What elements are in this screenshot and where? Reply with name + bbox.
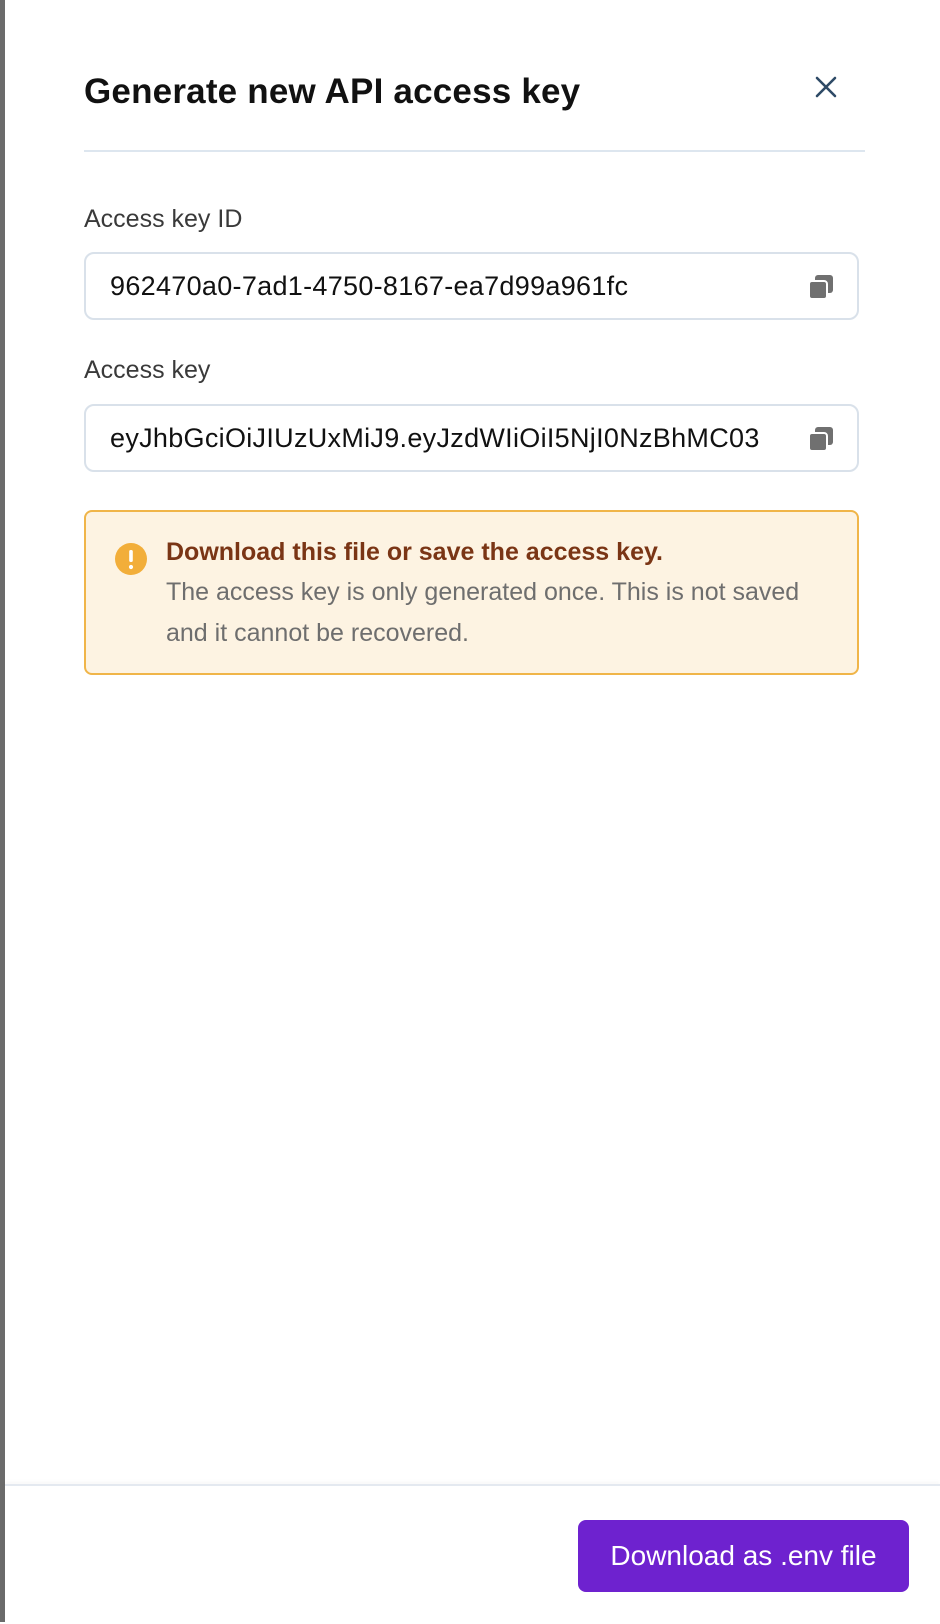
alert-title: Download this file or save the access ke… — [166, 538, 663, 566]
warning-icon — [115, 543, 147, 575]
close-button[interactable] — [809, 70, 843, 104]
dialog-title: Generate new API access key — [84, 72, 581, 111]
api-key-dialog: Generate new API access key Access key I… — [5, 0, 940, 1624]
dialog-footer: Download as .env file — [5, 1484, 940, 1624]
download-env-button[interactable]: Download as .env file — [578, 1520, 909, 1592]
warning-alert: Download this file or save the access ke… — [84, 510, 859, 675]
access-key-id-label: Access key ID — [84, 205, 243, 233]
copy-icon — [808, 275, 833, 300]
access-key-label: Access key — [84, 356, 211, 384]
copy-icon — [808, 427, 833, 452]
access-key-id-input[interactable] — [110, 254, 790, 318]
access-key-input[interactable] — [110, 406, 790, 470]
close-icon — [815, 76, 837, 98]
dialog-header: Generate new API access key — [84, 0, 865, 152]
access-key-id-field — [84, 252, 859, 320]
copy-access-key-button[interactable] — [807, 425, 835, 453]
alert-body: The access key is only generated once. T… — [166, 578, 800, 647]
access-key-field — [84, 404, 859, 472]
copy-access-key-id-button[interactable] — [807, 273, 835, 301]
